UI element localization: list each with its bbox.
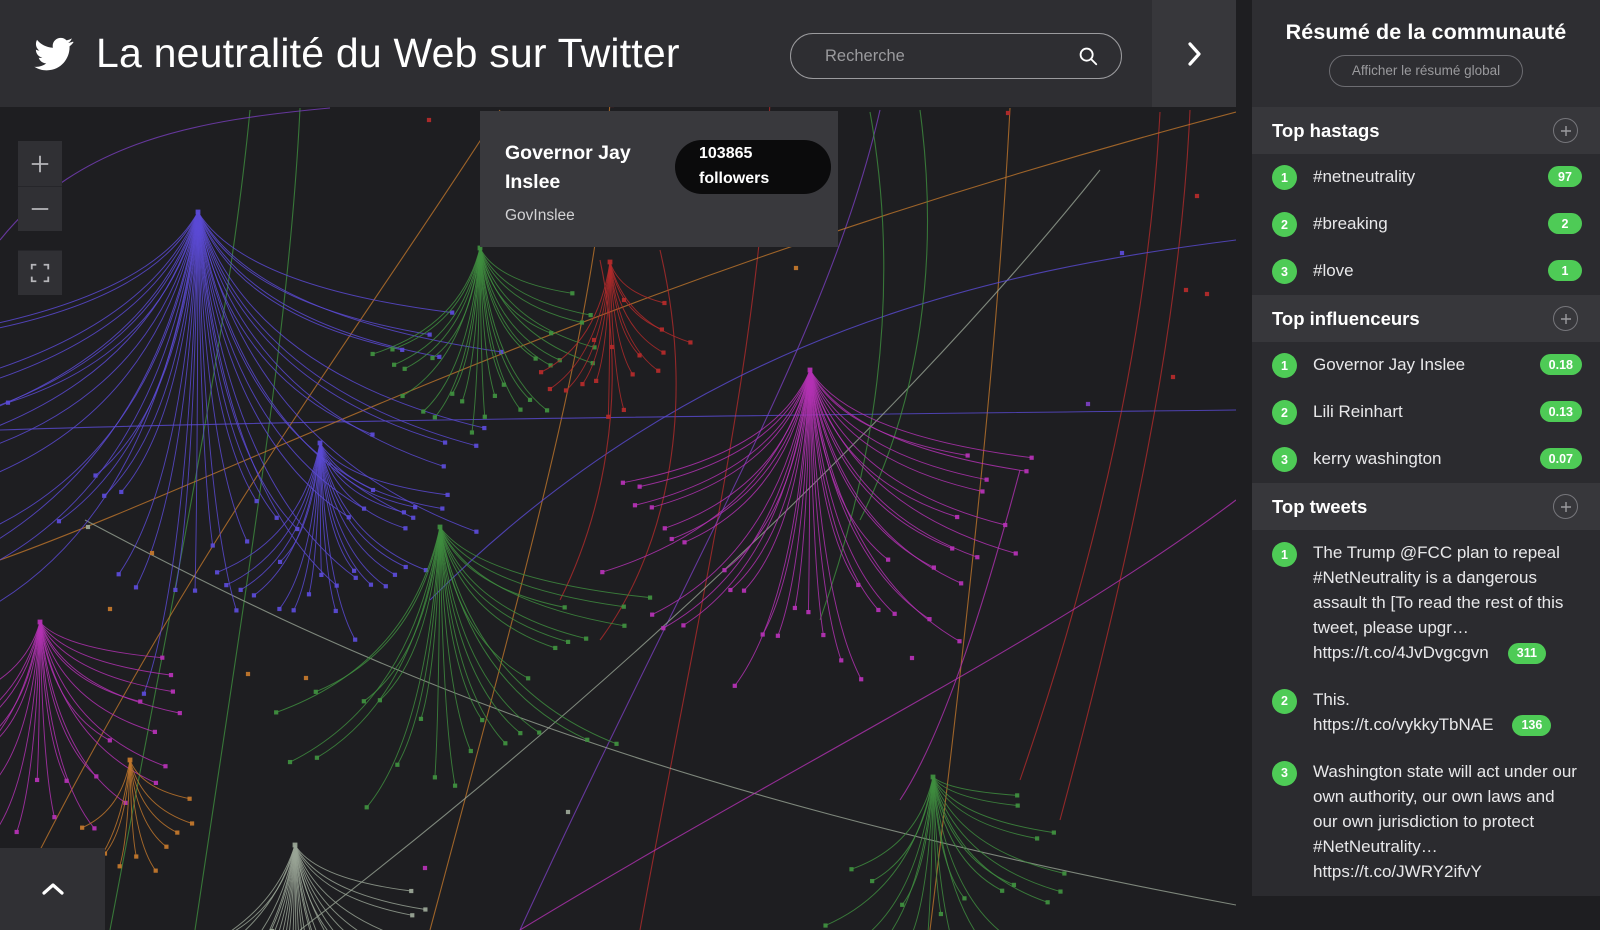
zoom-in-button[interactable] — [18, 141, 62, 186]
tweet-url[interactable]: https://t.co/4JvDvgcgvn — [1313, 641, 1489, 666]
tweet-text: This. https://t.co/vykkyTbNAE 136 — [1313, 688, 1582, 738]
sidebar-header: Résumé de la communauté Afficher le résu… — [1252, 0, 1600, 107]
plus-icon — [1560, 501, 1571, 512]
section-body: 1 #netneutrality 97 2 #breaking 2 3 #love 1 — [1252, 154, 1600, 295]
node-name: Governor Jay Inslee — [505, 142, 631, 193]
community-sidebar: Résumé de la communauté Afficher le résu… — [1236, 0, 1600, 930]
value-badge: 2 — [1548, 213, 1582, 234]
rank-label: Lili Reinhart — [1313, 402, 1403, 421]
section-title: Top tweets — [1272, 495, 1368, 517]
add-section-button[interactable] — [1553, 118, 1578, 143]
section-body: 1 The Trump @FCC plan to repeal #NetNeutr… — [1252, 530, 1600, 896]
tweet-url[interactable]: https://t.co/JWRY2ifvY — [1313, 860, 1482, 885]
zoom-out-button[interactable] — [18, 186, 62, 231]
value-badge: 0.13 — [1539, 401, 1582, 422]
tweet-text: The Trump @FCC plan to repeal #NetNeutra… — [1313, 541, 1582, 666]
tweet-body: This. — [1313, 689, 1350, 709]
retweet-count-badge: 311 — [1507, 642, 1546, 664]
app-header: La neutralité du Web sur Twitter — [0, 0, 1236, 107]
section-body: 1 Governor Jay Inslee 0.18 2 Lili Reinhart 0.… — [1252, 342, 1600, 483]
rank-row[interactable]: 3 #love 1 — [1252, 248, 1600, 295]
rank-row[interactable]: 3 kerry washington 0.07 — [1252, 436, 1600, 483]
rank-label: #breaking — [1313, 214, 1388, 233]
tweet-row[interactable]: 1 The Trump @FCC plan to repeal #NetNeutr… — [1252, 530, 1600, 677]
rank-row[interactable]: 2 Lili Reinhart 0.13 — [1252, 389, 1600, 436]
section-header: Top influenceurs — [1252, 295, 1600, 342]
node-info-card: Governor Jay Inslee GovInslee 103865 fol… — [480, 111, 838, 247]
fullscreen-icon — [30, 263, 50, 283]
node-handle: GovInslee — [505, 206, 575, 224]
section-title: Top hastags — [1272, 119, 1380, 141]
tweet-row[interactable]: 2 This. https://t.co/vykkyTbNAE 136 — [1252, 677, 1600, 749]
retweet-count-badge: 136 — [1512, 714, 1552, 736]
rank-label: #love — [1313, 261, 1354, 280]
followers-badge: 103865 followers — [675, 140, 831, 194]
rank-label: kerry washington — [1313, 449, 1442, 468]
followers-label: followers — [699, 170, 770, 187]
plus-icon — [31, 155, 49, 172]
followers-count: 103865 — [699, 145, 753, 163]
sidebar-sections: Top hastags 1 #netneutrality 97 2 #breaking 2 3… — [1236, 107, 1600, 896]
value-badge: 1 — [1548, 260, 1582, 281]
tweet-row[interactable]: 3 Washington state will act under our own… — [1252, 749, 1600, 896]
rank-badge: 3 — [1272, 447, 1297, 472]
page-title: La neutralité du Web sur Twitter — [96, 30, 680, 76]
rank-label: Governor Jay Inslee — [1313, 355, 1466, 374]
twitter-bird-icon — [34, 37, 74, 70]
add-section-button[interactable] — [1553, 494, 1578, 519]
sidebar-title: Résumé de la communauté — [1285, 20, 1567, 44]
rank-badge: 1 — [1272, 353, 1297, 378]
rank-row[interactable]: 2 #breaking 2 — [1252, 201, 1600, 248]
show-global-summary-button[interactable]: Afficher le résumé global — [1328, 55, 1524, 87]
rank-badge: 2 — [1272, 400, 1297, 425]
section-header: Top hastags — [1252, 107, 1600, 154]
tweet-text: Washington state will act under our own … — [1313, 760, 1582, 885]
tweet-url[interactable]: https://t.co/vykkyTbNAE — [1313, 713, 1493, 738]
zoom-controls — [18, 141, 62, 295]
rank-row[interactable]: 1 #netneutrality 97 — [1252, 154, 1600, 201]
bottom-panel-toggle[interactable] — [0, 848, 105, 930]
value-badge: 0.07 — [1539, 448, 1582, 469]
rank-badge: 1 — [1272, 165, 1297, 190]
expand-panel-button[interactable] — [1152, 0, 1236, 107]
section-header: Top tweets — [1252, 483, 1600, 530]
value-badge: 97 — [1548, 166, 1582, 187]
rank-badge: 3 — [1272, 760, 1297, 786]
minus-icon — [31, 208, 49, 210]
brand: La neutralité du Web sur Twitter — [0, 30, 680, 77]
add-section-button[interactable] — [1553, 306, 1578, 331]
plus-icon — [1560, 313, 1571, 324]
tweet-body: The Trump @FCC plan to repeal #NetNeutra… — [1313, 543, 1564, 637]
rank-label: #netneutrality — [1313, 167, 1416, 186]
rank-row[interactable]: 1 Governor Jay Inslee 0.18 — [1252, 342, 1600, 389]
fit-screen-button[interactable] — [18, 250, 62, 295]
rank-badge: 2 — [1272, 212, 1297, 237]
rank-badge: 2 — [1272, 688, 1297, 714]
tweet-body: Washington state will act under our own … — [1313, 761, 1577, 856]
search-bar[interactable] — [790, 33, 1122, 79]
search-icon[interactable] — [1077, 45, 1099, 67]
plus-icon — [1560, 125, 1571, 136]
chevron-right-icon — [1188, 41, 1201, 66]
rank-badge: 3 — [1272, 259, 1297, 284]
section-title: Top influenceurs — [1272, 307, 1420, 329]
rank-badge: 1 — [1272, 542, 1297, 567]
chevron-up-icon — [41, 883, 64, 895]
value-badge: 0.18 — [1539, 354, 1582, 375]
search-input[interactable] — [825, 46, 1077, 66]
